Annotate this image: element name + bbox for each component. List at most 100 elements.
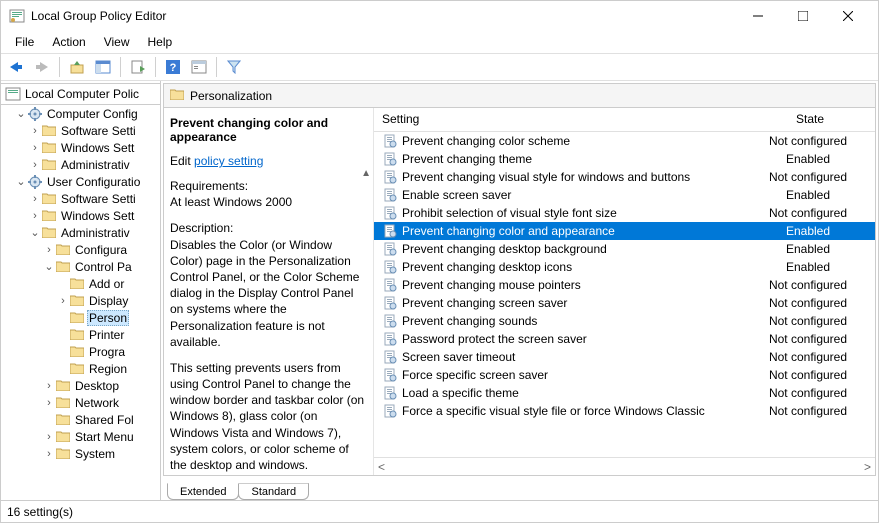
setting-row[interactable]: Prevent changing visual style for window… (374, 168, 875, 186)
tree-cc-software[interactable]: ›Software Setti (1, 122, 160, 139)
setting-row[interactable]: Force a specific visual style file or fo… (374, 402, 875, 420)
setting-row[interactable]: Enable screen saverEnabled (374, 186, 875, 204)
setting-label: Load a specific theme (402, 386, 743, 400)
tree-cc-admin[interactable]: ›Administrativ (1, 156, 160, 173)
expand-glyph[interactable]: › (29, 142, 41, 154)
svg-text:?: ? (170, 62, 177, 74)
expand-glyph[interactable]: › (29, 210, 41, 222)
scroll-right-icon[interactable]: > (864, 460, 871, 474)
expand-glyph[interactable]: › (43, 431, 55, 443)
scroll-up-icon[interactable]: ▲ (361, 168, 371, 179)
tree-display[interactable]: › Display (1, 292, 160, 309)
expand-glyph[interactable]: ⌄ (15, 175, 27, 188)
folder-icon (41, 209, 57, 223)
tree-configura[interactable]: ›Configura (1, 241, 160, 258)
gear-icon (27, 107, 43, 121)
policy-icon (382, 223, 398, 239)
tree-printers[interactable]: Printer (1, 326, 160, 343)
export-button[interactable] (127, 56, 149, 78)
tree-network[interactable]: ›Network (1, 394, 160, 411)
back-button[interactable] (5, 56, 27, 78)
setting-state: Enabled (743, 188, 873, 202)
folder-icon (55, 243, 71, 257)
expand-glyph[interactable]: ⌄ (29, 226, 41, 239)
setting-state: Enabled (743, 242, 873, 256)
setting-row[interactable]: Force specific screen saverNot configure… (374, 366, 875, 384)
tree-uc-windows[interactable]: ›Windows Sett (1, 207, 160, 224)
help-button[interactable]: ? (162, 56, 184, 78)
expand-glyph[interactable]: › (29, 125, 41, 137)
setting-state: Not configured (743, 404, 873, 418)
column-state[interactable]: State (745, 108, 875, 131)
maximize-button[interactable] (780, 1, 825, 31)
expand-glyph[interactable]: › (43, 397, 55, 409)
up-button[interactable] (66, 56, 88, 78)
tree-desktop[interactable]: ›Desktop (1, 377, 160, 394)
tree-personalization[interactable]: Person (1, 309, 160, 326)
policy-icon (382, 385, 398, 401)
edit-policy-link[interactable]: policy setting (194, 154, 263, 168)
tree-programs[interactable]: Progra (1, 343, 160, 360)
tree-uc-admin[interactable]: ⌄Administrativ (1, 224, 160, 241)
horizontal-scrollbar[interactable]: < > (374, 457, 875, 475)
setting-row[interactable]: Prevent changing color schemeNot configu… (374, 132, 875, 150)
tree-cc-windows[interactable]: › Windows Sett (1, 139, 160, 156)
tree-user-config[interactable]: ⌄User Configuratio (1, 173, 160, 190)
tree-computer-config[interactable]: ⌄Computer Config (1, 105, 160, 122)
setting-row[interactable]: Prevent changing soundsNot configured (374, 312, 875, 330)
setting-state: Not configured (743, 368, 873, 382)
menu-file[interactable]: File (7, 33, 42, 51)
folder-icon (69, 345, 85, 359)
tree-root[interactable]: Local Computer Polic (1, 83, 160, 105)
tree-label: Display (87, 294, 130, 308)
setting-row[interactable]: Prevent changing mouse pointersNot confi… (374, 276, 875, 294)
expand-glyph[interactable]: › (57, 295, 69, 307)
path-label: Personalization (190, 89, 272, 103)
forward-button[interactable] (31, 56, 53, 78)
menu-view[interactable]: View (96, 33, 138, 51)
close-button[interactable] (825, 1, 870, 31)
tree-regional[interactable]: Region (1, 360, 160, 377)
tree-add-remove[interactable]: Add or (1, 275, 160, 292)
tree-label: Windows Sett (59, 141, 136, 155)
setting-row[interactable]: Prevent changing color and appearanceEna… (374, 222, 875, 240)
column-setting[interactable]: Setting (374, 108, 745, 131)
expand-glyph[interactable]: › (43, 244, 55, 256)
setting-row[interactable]: Prevent changing themeEnabled (374, 150, 875, 168)
setting-label: Enable screen saver (402, 188, 743, 202)
setting-row[interactable]: Prohibit selection of visual style font … (374, 204, 875, 222)
expand-glyph[interactable]: ⌄ (15, 107, 27, 120)
scroll-left-icon[interactable]: < (378, 460, 385, 474)
tree-shared-folders[interactable]: Shared Fol (1, 411, 160, 428)
folder-icon (41, 158, 57, 172)
tree-system[interactable]: ›System (1, 445, 160, 462)
policy-icon (382, 241, 398, 257)
setting-state: Not configured (743, 386, 873, 400)
tree-control-panel[interactable]: ⌄Control Pa (1, 258, 160, 275)
show-hide-tree-button[interactable] (92, 56, 114, 78)
setting-row[interactable]: Prevent changing screen saverNot configu… (374, 294, 875, 312)
filter-button[interactable] (223, 56, 245, 78)
tab-extended[interactable]: Extended (167, 483, 239, 500)
selected-setting-title: Prevent changing color and appearance (170, 116, 367, 144)
expand-glyph[interactable]: › (29, 193, 41, 205)
description-label: Description: (170, 220, 367, 236)
tree-start-menu[interactable]: ›Start Menu (1, 428, 160, 445)
expand-glyph[interactable]: › (43, 448, 55, 460)
menu-action[interactable]: Action (44, 33, 93, 51)
expand-glyph[interactable]: › (29, 159, 41, 171)
setting-row[interactable]: Password protect the screen saverNot con… (374, 330, 875, 348)
setting-row[interactable]: Load a specific themeNot configured (374, 384, 875, 402)
setting-state: Not configured (743, 314, 873, 328)
setting-label: Prevent changing desktop background (402, 242, 743, 256)
setting-row[interactable]: Prevent changing desktop backgroundEnabl… (374, 240, 875, 258)
setting-row[interactable]: Prevent changing desktop iconsEnabled (374, 258, 875, 276)
setting-row[interactable]: Screen saver timeoutNot configured (374, 348, 875, 366)
properties-button[interactable] (188, 56, 210, 78)
tab-standard[interactable]: Standard (238, 483, 309, 500)
expand-glyph[interactable]: › (43, 380, 55, 392)
menu-help[interactable]: Help (140, 33, 181, 51)
minimize-button[interactable] (735, 1, 780, 31)
tree-uc-software[interactable]: ›Software Setti (1, 190, 160, 207)
expand-glyph[interactable]: ⌄ (43, 260, 55, 273)
